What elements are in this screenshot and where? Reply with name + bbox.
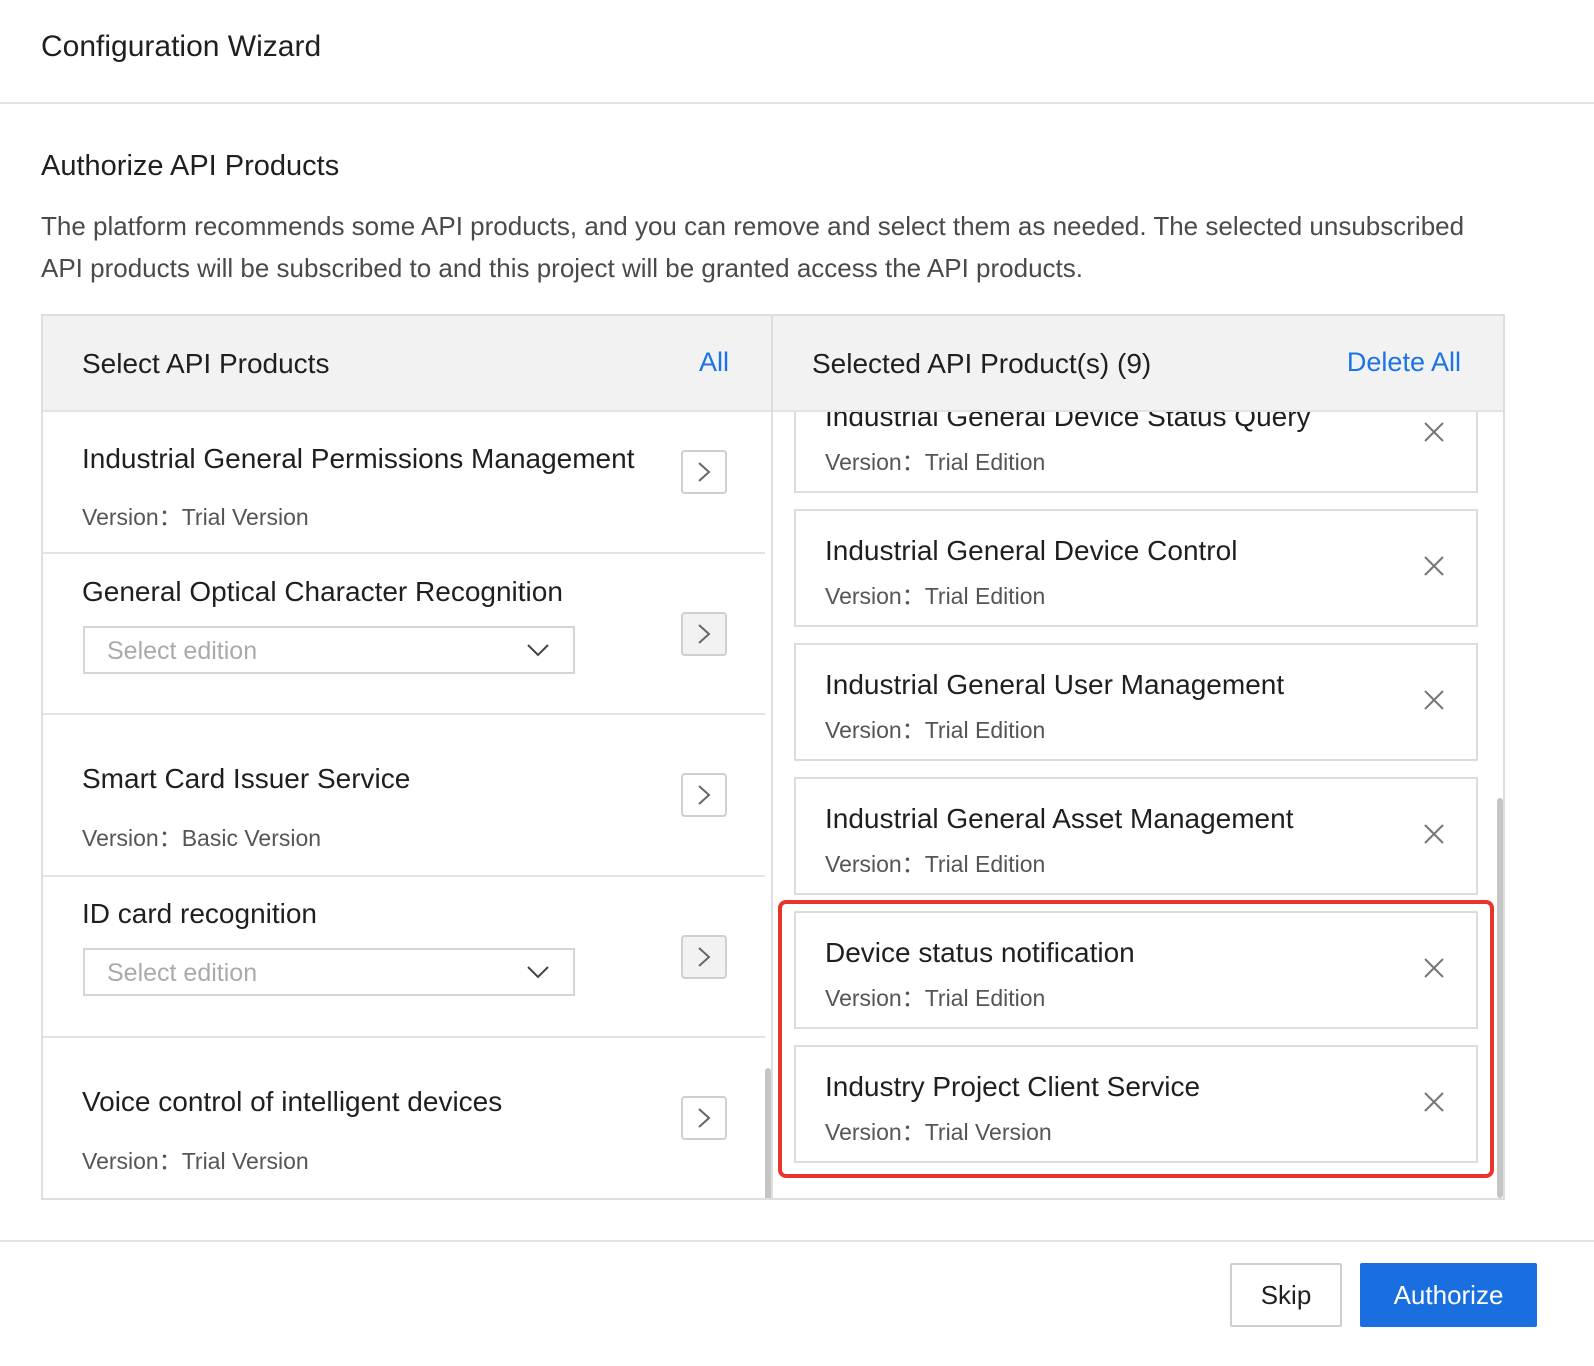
available-products-list[interactable]: Industrial General Permissions Managemen… [43, 412, 771, 1198]
dialog-title: Configuration Wizard [41, 30, 322, 63]
edition-select[interactable]: Select edition [83, 948, 575, 996]
product-version: Version：Trial Edition [825, 449, 1046, 475]
add-product-button[interactable] [681, 935, 727, 979]
dialog-header: Configuration Wizard [0, 0, 1594, 104]
selected-product-card: Industrial General Device Status Query V… [794, 412, 1478, 493]
left-panel-title: Select API Products [82, 348, 330, 379]
chevron-down-icon [527, 966, 549, 979]
chevron-right-icon [698, 1108, 711, 1128]
product-name: Industrial General Asset Management [825, 803, 1294, 834]
product-name: Device status notification [825, 937, 1135, 968]
authorize-button[interactable]: Authorize [1360, 1263, 1537, 1327]
selected-product-card: Industry Project Client Service Version：… [794, 1045, 1478, 1163]
right-panel-title: Selected API Product(s) (9) [812, 348, 1152, 379]
product-version: Version：Trial Version [825, 1119, 1052, 1145]
product-name: General Optical Character Recognition [82, 576, 563, 607]
add-product-button[interactable] [681, 450, 727, 494]
product-name: Industrial General Permissions Managemen… [82, 443, 635, 474]
chevron-right-icon [698, 624, 711, 644]
product-name: Industrial General Device Control [825, 535, 1238, 566]
list-item: ID card recognition Select edition [43, 877, 765, 1038]
dialog-footer: Skip Authorize [0, 1240, 1594, 1366]
product-name: Industrial General Device Status Query [825, 412, 1311, 432]
chevron-right-icon [698, 462, 711, 482]
product-version: Version：Trial Version [82, 504, 309, 530]
product-name: Smart Card Issuer Service [82, 763, 411, 794]
list-item: General Optical Character Recognition Se… [43, 554, 765, 715]
product-name: Industrial General User Management [825, 669, 1285, 700]
section-description: The platform recommends some API product… [41, 211, 1465, 283]
left-panel-header: Select API Products All [43, 316, 771, 412]
chevron-right-icon [698, 947, 711, 967]
skip-button[interactable]: Skip [1230, 1263, 1342, 1327]
add-product-button[interactable] [681, 1096, 727, 1140]
selected-api-products-panel: Selected API Product(s) (9) Delete All I… [771, 314, 1505, 1200]
add-product-button[interactable] [681, 773, 727, 817]
chevron-down-icon [527, 644, 549, 657]
close-icon[interactable] [1423, 957, 1445, 979]
close-icon[interactable] [1423, 421, 1445, 443]
product-name: Industry Project Client Service [825, 1071, 1201, 1102]
close-icon[interactable] [1423, 689, 1445, 711]
list-item: Voice control of intelligent devices Ver… [43, 1038, 765, 1198]
edition-select-placeholder: Select edition [107, 637, 258, 665]
product-name: ID card recognition [82, 898, 318, 929]
product-name: Voice control of intelligent devices [82, 1086, 503, 1117]
close-icon[interactable] [1423, 1091, 1445, 1113]
chevron-right-icon [698, 785, 711, 805]
edition-select-placeholder: Select edition [107, 959, 258, 987]
product-version: Version：Trial Version [82, 1148, 309, 1174]
select-all-link[interactable]: All [699, 347, 729, 378]
product-version: Version：Trial Edition [825, 717, 1046, 743]
selected-product-card: Industrial General Device Control Versio… [794, 509, 1478, 627]
selected-product-card: Industrial General User Management Versi… [794, 643, 1478, 761]
right-scrollbar[interactable] [1497, 798, 1503, 1198]
product-version: Version：Trial Edition [825, 851, 1046, 877]
section-title: Authorize API Products [41, 150, 340, 182]
selected-products-list[interactable]: Industrial General Device Status Query V… [773, 412, 1503, 1198]
close-icon[interactable] [1423, 555, 1445, 577]
list-item: Smart Card Issuer Service Version：Basic … [43, 715, 765, 877]
selected-product-card: Industrial General Asset Management Vers… [794, 777, 1478, 895]
product-version: Version：Trial Edition [825, 985, 1046, 1011]
edition-select[interactable]: Select edition [83, 626, 575, 674]
product-version: Version：Basic Version [82, 825, 322, 851]
list-item: Industrial General Permissions Managemen… [43, 412, 765, 554]
select-api-products-panel: Select API Products All Industrial Gener… [41, 314, 773, 1200]
add-product-button[interactable] [681, 612, 727, 656]
right-panel-header: Selected API Product(s) (9) Delete All [773, 316, 1503, 412]
delete-all-link[interactable]: Delete All [1347, 347, 1461, 378]
close-icon[interactable] [1423, 823, 1445, 845]
selected-product-card: Device status notification Version：Trial… [794, 911, 1478, 1029]
product-version: Version：Trial Edition [825, 583, 1046, 609]
